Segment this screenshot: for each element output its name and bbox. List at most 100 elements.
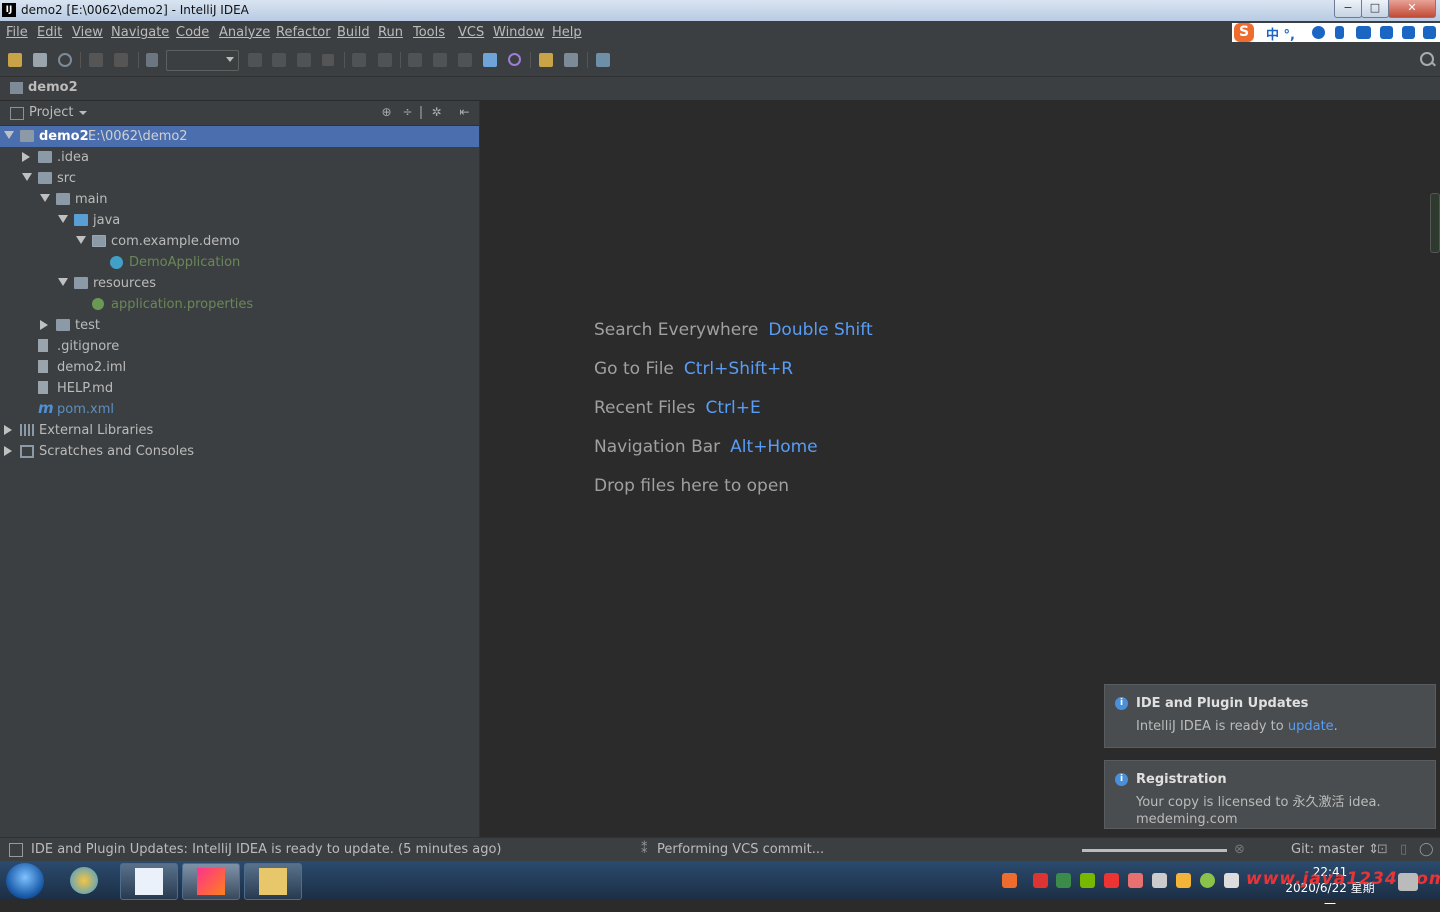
menu-help[interactable]: Help [552,25,582,40]
sdk-manager-icon[interactable] [596,53,610,67]
expand-arrow-open-icon[interactable] [76,236,86,244]
back-icon[interactable] [89,53,103,67]
menu-analyze[interactable]: Analyze [219,25,270,40]
tree-item-test[interactable]: test [0,315,479,336]
user-icon[interactable] [1380,26,1393,39]
project-view-selector[interactable]: Project [29,105,73,120]
tree-item-gitignore[interactable]: .gitignore [0,336,479,357]
tray-app-icon[interactable] [1033,873,1048,888]
vcs-annotate-icon[interactable] [458,53,472,67]
keyboard-icon[interactable] [1356,26,1371,39]
locate-file-icon[interactable]: ⊕ [380,106,393,119]
breadcrumb-project[interactable]: demo2 [28,80,78,95]
hide-panel-icon[interactable]: ⇤ [458,106,471,119]
coverage-icon[interactable] [297,53,311,67]
menu-navigate[interactable]: Navigate [111,25,169,40]
lock-icon[interactable]: ⊡ [1377,842,1388,857]
search-icon[interactable] [1420,52,1434,66]
tray-plus-icon[interactable] [1200,873,1215,888]
shield-icon[interactable] [1056,873,1071,888]
taskbar-app-explorer[interactable] [244,863,302,900]
open-folder-icon[interactable] [8,53,22,67]
volume-icon[interactable] [1224,873,1239,888]
expand-arrow-open-icon[interactable] [22,173,32,181]
tree-item-resources[interactable]: resources [0,273,479,294]
minimize-button[interactable]: − [1334,0,1362,18]
taskbar-app-intellij[interactable] [182,863,240,900]
expand-arrow-open-icon[interactable] [58,278,68,286]
ime-toolbar[interactable]: S 中 °, [1232,23,1440,43]
tree-item-demoapplication[interactable]: DemoApplication [0,252,479,273]
expand-arrow-closed-icon[interactable] [40,320,48,330]
sogou-logo-icon[interactable]: S [1234,23,1254,42]
taskbar-app-paint[interactable] [56,863,112,898]
tree-item-help-md[interactable]: HELP.md [0,378,479,399]
microphone-icon[interactable] [1335,26,1344,39]
close-button[interactable]: ✕ [1388,0,1436,18]
revert-icon[interactable] [508,53,521,66]
ime-mode-label[interactable]: 中 °, [1266,24,1295,43]
toolbox-icon[interactable] [1423,26,1436,39]
notification-center-icon[interactable] [1398,873,1418,891]
chevron-down-icon[interactable] [79,111,87,115]
vcs-history-icon[interactable] [433,53,447,67]
menu-view[interactable]: View [72,25,103,40]
tree-item-com-example-demo[interactable]: com.example.demo [0,231,479,252]
tree-item-java[interactable]: java [0,210,479,231]
tree-item-external-libraries[interactable]: External Libraries [0,420,479,441]
vcs-compare-icon[interactable] [408,53,422,67]
background-task[interactable]: Performing VCS commit... [657,842,824,857]
editor-empty-area[interactable]: Search Everywhere Double Shift Go to File… [480,101,1440,837]
status-message[interactable]: IDE and Plugin Updates: IntelliJ IDEA is… [31,842,501,857]
memory-indicator[interactable] [1430,193,1440,253]
settings-wrench-icon[interactable] [539,53,553,67]
expand-arrow-open-icon[interactable] [58,215,68,223]
tool-windows-toggle-icon[interactable] [9,843,23,857]
skin-icon[interactable] [1402,26,1415,39]
expand-arrow-closed-icon[interactable] [4,446,12,456]
nvidia-icon[interactable] [1080,873,1095,888]
menu-refactor[interactable]: Refactor [276,25,331,40]
menu-tools[interactable]: Tools [413,25,445,40]
save-all-icon[interactable] [33,53,47,67]
event-log-icon[interactable]: ◯ [1419,842,1434,857]
git-branch-widget[interactable]: Git: master ⇕ [1291,842,1379,857]
update-link[interactable]: update [1288,719,1334,734]
sogou-tray-icon[interactable] [1002,873,1017,888]
expand-arrow-closed-icon[interactable] [22,152,30,162]
menu-file[interactable]: File [6,25,28,40]
tree-item-main[interactable]: main [0,189,479,210]
expand-arrow-closed-icon[interactable] [4,425,12,435]
sogou-s-icon[interactable] [1104,873,1119,888]
gear-icon[interactable]: ✲ [430,106,443,119]
notification-updates[interactable]: i IDE and Plugin Updates IntelliJ IDEA i… [1104,684,1436,748]
collapse-all-icon[interactable]: ÷ [401,106,414,119]
tree-item-src[interactable]: src [0,168,479,189]
tree-item-pom-xml[interactable]: m pom.xml [0,399,479,420]
tree-item-idea[interactable]: .idea [0,147,479,168]
tray-security-icon[interactable] [1176,873,1191,888]
emoji-icon[interactable] [1312,26,1325,39]
tree-item-scratches-and-consoles[interactable]: Scratches and Consoles [0,441,479,462]
vcs-commit-icon[interactable] [378,53,392,67]
taskbar-app-video[interactable] [120,863,178,900]
sync-icon[interactable] [58,53,72,67]
tree-item-demo2-iml[interactable]: demo2.iml [0,357,479,378]
forward-icon[interactable] [114,53,128,67]
debug-icon[interactable] [272,53,286,67]
start-button[interactable] [6,863,44,899]
run-configuration-select[interactable] [166,50,239,71]
expand-arrow-open-icon[interactable] [4,131,14,139]
run-icon[interactable] [248,53,262,67]
build-project-icon[interactable] [146,53,158,67]
tree-item-application-properties[interactable]: application.properties [0,294,479,315]
notification-registration[interactable]: i Registration Your copy is licensed to … [1104,760,1436,829]
network-icon[interactable] [1152,873,1167,888]
menu-vcs[interactable]: VCS [458,25,484,40]
cancel-task-icon[interactable]: ⊗ [1234,842,1245,857]
tree-item-demo2[interactable]: demo2 E:\0062\demo2 [0,126,479,147]
expand-arrow-open-icon[interactable] [40,194,50,202]
maximize-button[interactable]: □ [1361,0,1389,18]
menu-code[interactable]: Code [176,25,209,40]
project-structure-icon[interactable] [564,53,578,67]
